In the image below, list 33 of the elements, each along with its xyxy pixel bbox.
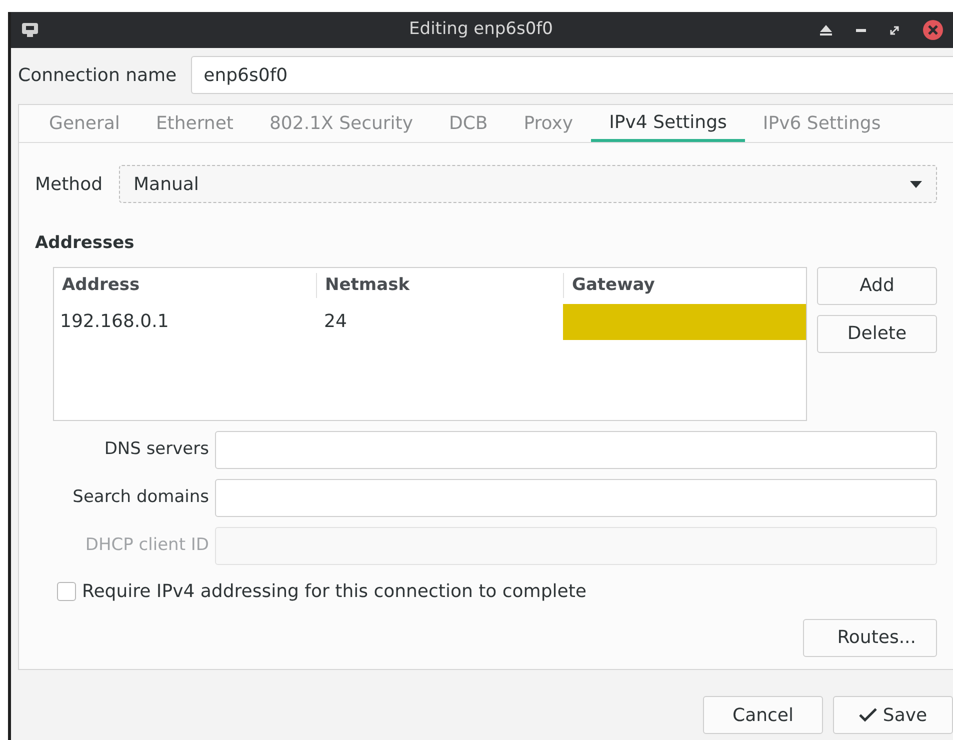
addresses-heading: Addresses <box>35 232 136 255</box>
connection-name-field[interactable]: enp6s0f0 <box>190 56 953 94</box>
column-header[interactable]: Gateway <box>563 272 806 298</box>
method-label: Method <box>35 172 103 196</box>
network-port-icon <box>21 22 39 38</box>
field-label: Search domains <box>72 486 209 509</box>
minimize-icon[interactable] <box>856 28 866 32</box>
checkbox[interactable] <box>57 582 76 600</box>
dropdown-arrow-icon <box>910 180 922 188</box>
checkmark-icon <box>858 708 877 722</box>
column-header[interactable]: Address <box>54 272 316 298</box>
text-field[interactable] <box>215 526 937 564</box>
tab[interactable]: IPv4 Settings <box>591 105 745 142</box>
field-label: DNS servers <box>103 438 209 461</box>
table-cell-text: 24 <box>323 310 348 334</box>
cancel-button[interactable]: Cancel <box>703 696 823 734</box>
field-label: DHCP client ID <box>84 534 209 557</box>
text-field[interactable] <box>215 430 937 468</box>
method-dropdown[interactable]: Manual <box>118 165 937 203</box>
address-button[interactable]: Delete <box>817 314 937 352</box>
window-title: Editing enp6s0f0 <box>408 18 554 42</box>
checkbox-label: Require IPv4 addressing for this connection to complete <box>82 580 586 604</box>
text-field[interactable] <box>215 478 937 516</box>
save-button[interactable]: Save <box>833 696 953 734</box>
column-header[interactable]: Netmask <box>316 272 563 298</box>
eject-icon[interactable] <box>820 24 832 36</box>
gateway-edit-field[interactable] <box>563 304 806 340</box>
routes-button[interactable]: Routes... <box>803 618 937 656</box>
address-button[interactable]: Add <box>817 266 937 304</box>
close-icon[interactable] <box>923 20 943 40</box>
connection-name-label: Connection name <box>18 64 177 88</box>
table-cell-text: 192.168.0.1 <box>59 310 170 334</box>
restore-icon[interactable] <box>890 26 899 34</box>
